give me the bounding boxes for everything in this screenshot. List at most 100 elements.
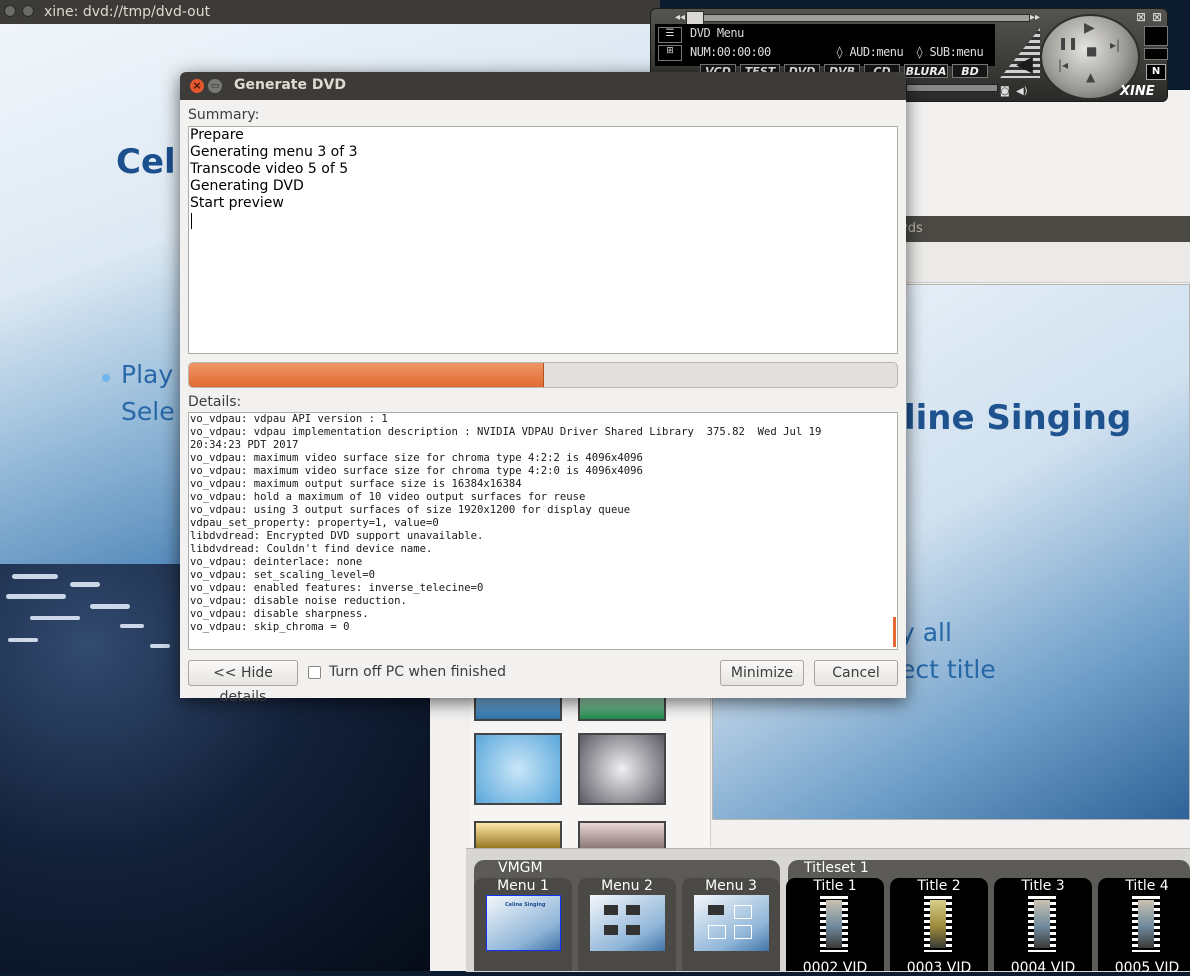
log-line: vo_vdpau: maximum output surface size is… (190, 478, 522, 490)
menu-card-2[interactable]: Menu 2 (578, 878, 676, 971)
log-line: vo_vdpau: vdpau API version : 1 (190, 413, 388, 425)
menu-thumbnail (590, 895, 665, 951)
pause-icon[interactable]: ❚❚ (1058, 36, 1078, 50)
close-icon[interactable]: × (190, 79, 204, 93)
video-line-play: Play (121, 360, 174, 389)
summary-line: Generating DVD (190, 178, 304, 194)
log-line: vdpau_set_property: property=1, value=0 (190, 517, 439, 529)
title-card-label: Title 3 (1021, 878, 1065, 894)
details-scrollbar[interactable] (893, 617, 896, 647)
blura-button[interactable]: BLURA (904, 64, 948, 78)
progress-fill (189, 363, 544, 387)
dialog-title: Generate DVD (234, 77, 346, 93)
rewind-icon[interactable]: ◂◂ (675, 12, 685, 23)
log-line: vo_vdpau: maximum video surface size for… (190, 452, 643, 464)
film-thumbnail (820, 896, 848, 952)
video-line-select: Sele (121, 397, 175, 426)
log-line: libdvdread: Encrypted DVD support unavai… (190, 530, 484, 542)
volume-bar[interactable] (906, 84, 998, 92)
settings-icon[interactable]: ⊞ (658, 45, 682, 61)
log-line: vo_vdpau: disable noise reduction. (190, 595, 407, 607)
menu-card-3[interactable]: Menu 3 (682, 878, 780, 971)
prev-chapter-icon[interactable]: |◂ (1058, 58, 1068, 72)
turn-off-label[interactable]: Turn off PC when finished (329, 664, 506, 680)
seek-slider-handle[interactable] (686, 11, 704, 25)
hide-details-button[interactable]: << Hide details (188, 660, 298, 705)
summary-line: Generating menu 3 of 3 (190, 144, 358, 160)
title-card-1[interactable]: Title 1 0002 VID (786, 878, 884, 976)
title-card-sub: 0005 VID (1114, 960, 1180, 976)
summary-text-area[interactable]: Prepare Generating menu 3 of 3 Transcode… (188, 126, 898, 354)
xine-minimize-button[interactable] (22, 5, 34, 17)
menu-thumbnail: Celine Singing (486, 895, 561, 951)
log-line: libdvdread: Couldn't find device name. (190, 543, 433, 555)
menu-thumbnail (694, 895, 769, 951)
background-thumb[interactable] (578, 821, 666, 851)
titleset-label: Titleset 1 (804, 860, 869, 876)
title-card-label: Title 2 (917, 878, 961, 894)
log-line: vo_vdpau: hold a maximum of 10 video out… (190, 491, 586, 503)
panel-side-button[interactable] (1144, 48, 1168, 60)
generate-dvd-dialog: × ▭ Generate DVD Summary: Prepare Genera… (180, 72, 906, 705)
log-line: vo_vdpau: set_scaling_level=0 (190, 569, 375, 581)
details-log-area[interactable]: vo_vdpau: vdpau API version : 1 vo_vdpau… (188, 412, 898, 650)
video-bullet (102, 374, 110, 382)
film-thumbnail (1028, 896, 1056, 952)
panel-side-button[interactable] (1144, 26, 1168, 46)
xine-logo: XINE (1120, 84, 1155, 99)
panel-close-icon[interactable]: ⊠ (1152, 10, 1162, 24)
title-card-sub: 0004 VID (1010, 960, 1076, 976)
mute-speaker-icon[interactable]: ◀ (1016, 52, 1033, 77)
details-label: Details: (188, 394, 242, 410)
video-heading: Cel (116, 142, 176, 182)
log-line: vo_vdpau: maximum video surface size for… (190, 465, 643, 477)
preview-title: line Singing (904, 398, 1132, 438)
preview-line-select-title: ect title (900, 655, 996, 684)
progress-bar (188, 362, 898, 388)
preview-line-play-all: y all (900, 618, 952, 647)
playlist-icon[interactable]: ☰ (658, 27, 682, 43)
stop-icon[interactable]: ■ (1086, 44, 1097, 58)
dialog-titlebar[interactable]: × ▭ Generate DVD (180, 72, 906, 100)
log-line: vo_vdpau: enabled features: inverse_tele… (190, 582, 484, 594)
snapshot-icon[interactable]: ◙ (1000, 86, 1010, 97)
title-card-3[interactable]: Title 3 0004 VID (994, 878, 1092, 976)
xine-titlebar[interactable]: xine: dvd://tmp/dvd-out (0, 0, 660, 24)
background-thumb[interactable] (474, 697, 562, 721)
seek-slider[interactable] (688, 14, 1030, 22)
text-cursor (191, 213, 192, 229)
minimize-icon[interactable]: ▭ (208, 79, 222, 93)
background-thumb[interactable] (578, 697, 666, 721)
background-thumb[interactable] (578, 733, 666, 805)
title-card-label: Title 1 (813, 878, 857, 894)
panel-iconify-icon[interactable]: ⊠ (1136, 10, 1146, 24)
menu-card-1[interactable]: Menu 1 Celine Singing (474, 878, 572, 971)
n-button[interactable]: N (1146, 64, 1166, 80)
lcd-time: NUM:00:00:00 (690, 45, 771, 59)
summary-line: Transcode video 5 of 5 (190, 161, 349, 177)
xine-window-title: xine: dvd://tmp/dvd-out (44, 4, 211, 20)
title-card-sub: 0002 VID (802, 960, 868, 976)
menu-card-label: Menu 3 (705, 878, 757, 894)
title-card-4[interactable]: Title 4 0005 VID (1098, 878, 1190, 976)
vmgm-label: VMGM (498, 860, 543, 876)
xine-close-button[interactable] (4, 5, 16, 17)
speaker-icon[interactable]: ◀) (1016, 86, 1028, 97)
forward-icon[interactable]: ▸▸ (1030, 12, 1040, 23)
background-thumb[interactable] (474, 733, 562, 805)
eject-icon[interactable]: ▲ (1086, 70, 1095, 84)
title-card-label: Title 4 (1125, 878, 1169, 894)
bd-button[interactable]: BD (952, 64, 988, 78)
menu-card-label: Menu 2 (601, 878, 653, 894)
minimize-button[interactable]: Minimize (720, 660, 804, 686)
background-thumb[interactable] (474, 821, 562, 851)
next-chapter-icon[interactable]: ▸| (1110, 38, 1120, 52)
summary-label: Summary: (188, 107, 260, 123)
log-line: vo_vdpau: disable sharpness. (190, 608, 369, 620)
menu-card-label: Menu 1 (497, 878, 549, 894)
summary-line: Prepare (190, 127, 244, 143)
turn-off-checkbox[interactable] (308, 666, 321, 679)
cancel-button[interactable]: Cancel (814, 660, 898, 686)
play-icon[interactable]: ▶ (1084, 20, 1095, 36)
title-card-2[interactable]: Title 2 0003 VID (890, 878, 988, 976)
